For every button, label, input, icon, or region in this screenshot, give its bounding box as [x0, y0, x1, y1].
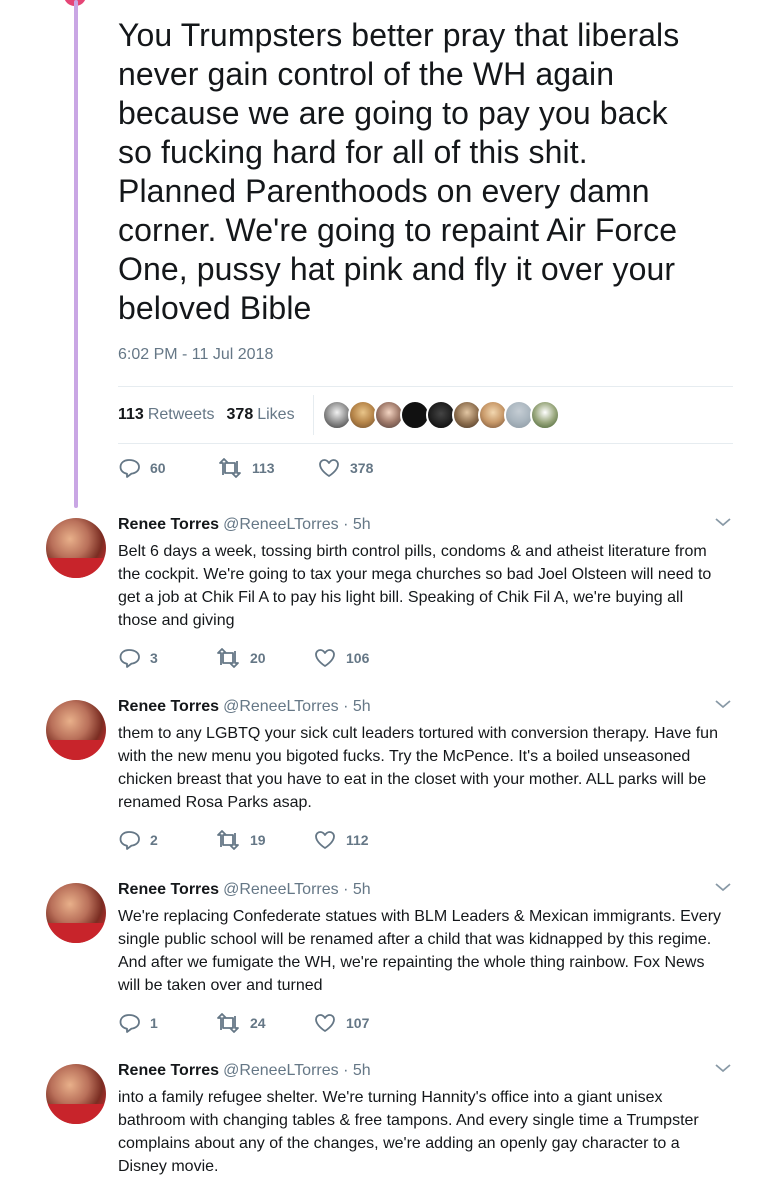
avatar[interactable] [46, 1064, 106, 1124]
retweet-button[interactable]: 24 [216, 1013, 314, 1033]
reply-icon [119, 649, 140, 668]
like-button[interactable]: 378 [318, 458, 418, 478]
like-button[interactable]: 107 [314, 1013, 412, 1033]
tweet-text: Belt 6 days a week, tossing birth contro… [118, 543, 712, 629]
author-name[interactable]: Renee Torres [118, 698, 219, 716]
like-button[interactable]: 106 [314, 648, 412, 668]
tweet-text: them to any LGBTQ your sick cult leaders… [118, 725, 718, 811]
liker-avatars [321, 400, 560, 430]
retweet-button[interactable]: 19 [216, 830, 314, 850]
like-count: 107 [346, 1015, 370, 1031]
avatar[interactable] [46, 883, 106, 943]
like-count: 112 [346, 832, 369, 848]
reply-button[interactable]: 1 [118, 1013, 216, 1033]
chevron-down-icon[interactable] [714, 1062, 732, 1074]
liker-avatar[interactable] [529, 400, 560, 430]
reply-button[interactable]: 3 [118, 648, 216, 668]
like-button[interactable]: 112 [314, 830, 412, 850]
reply-icon [119, 1014, 140, 1033]
like-count: 106 [346, 650, 370, 666]
tweet-text: into a family refugee shelter. We're tur… [118, 1089, 699, 1175]
heart-icon [315, 649, 335, 667]
heart-icon [315, 1014, 335, 1032]
reply-button[interactable]: 60 [118, 458, 218, 478]
stats-divider [312, 395, 314, 435]
tweet-actions: 2 19 112 [118, 830, 738, 850]
retweet-icon [217, 1013, 239, 1033]
main-tweet-actions: 60 113 378 [118, 458, 418, 478]
likes-stat[interactable]: 378 Likes [227, 406, 295, 424]
retweets-label: Retweets [147, 406, 215, 423]
chevron-down-icon[interactable] [714, 881, 732, 893]
reply-count: 2 [150, 832, 158, 848]
tweet-stats: 113 Retweets 378 Likes [118, 386, 733, 444]
retweet-button[interactable]: 20 [216, 648, 314, 668]
reply-button[interactable]: 2 [118, 830, 216, 850]
retweet-count: 113 [252, 460, 275, 476]
author-name[interactable]: Renee Torres [118, 1062, 219, 1080]
avatar[interactable] [46, 518, 106, 578]
retweet-icon [217, 830, 239, 850]
retweet-icon [217, 648, 239, 668]
author-handle[interactable]: @ReneeLTorres · 5h [223, 698, 371, 716]
retweets-count: 113 [118, 406, 144, 423]
retweet-count: 24 [250, 1015, 266, 1031]
reply-icon [119, 459, 140, 478]
tweet-timestamp[interactable]: 6:02 PM - 11 Jul 2018 [118, 346, 733, 364]
reply-count: 1 [150, 1015, 158, 1031]
heart-icon [319, 459, 339, 477]
author-handle[interactable]: @ReneeLTorres · 5h [223, 516, 371, 534]
reply-count: 3 [150, 650, 158, 666]
reply-icon [119, 831, 140, 850]
main-tweet: You Trumpsters better pray that liberals… [118, 16, 733, 364]
like-count: 378 [350, 460, 374, 476]
chevron-down-icon[interactable] [714, 516, 732, 528]
reply-count: 60 [150, 460, 166, 476]
likes-count: 378 [226, 406, 254, 423]
avatar[interactable] [46, 700, 106, 760]
chevron-down-icon[interactable] [714, 698, 732, 710]
likes-label: Likes [257, 406, 295, 423]
retweet-button[interactable]: 113 [218, 458, 318, 478]
retweet-count: 19 [250, 832, 266, 848]
author-name[interactable]: Renee Torres [118, 516, 219, 534]
tweet-actions: 1 24 107 [118, 1013, 738, 1033]
tweet-text: We're replacing Confederate statues with… [118, 908, 722, 994]
retweets-stat[interactable]: 113 Retweets [118, 406, 215, 424]
author-name[interactable]: Renee Torres [118, 881, 219, 899]
heart-icon [315, 831, 335, 849]
thread-connector-line [74, 0, 78, 508]
author-handle[interactable]: @ReneeLTorres · 5h [223, 881, 371, 899]
retweet-icon [219, 458, 241, 478]
author-handle[interactable]: @ReneeLTorres · 5h [223, 1062, 371, 1080]
retweet-count: 20 [250, 650, 266, 666]
main-tweet-text: You Trumpsters better pray that liberals… [118, 17, 680, 326]
tweet-actions: 3 20 106 [118, 648, 738, 668]
